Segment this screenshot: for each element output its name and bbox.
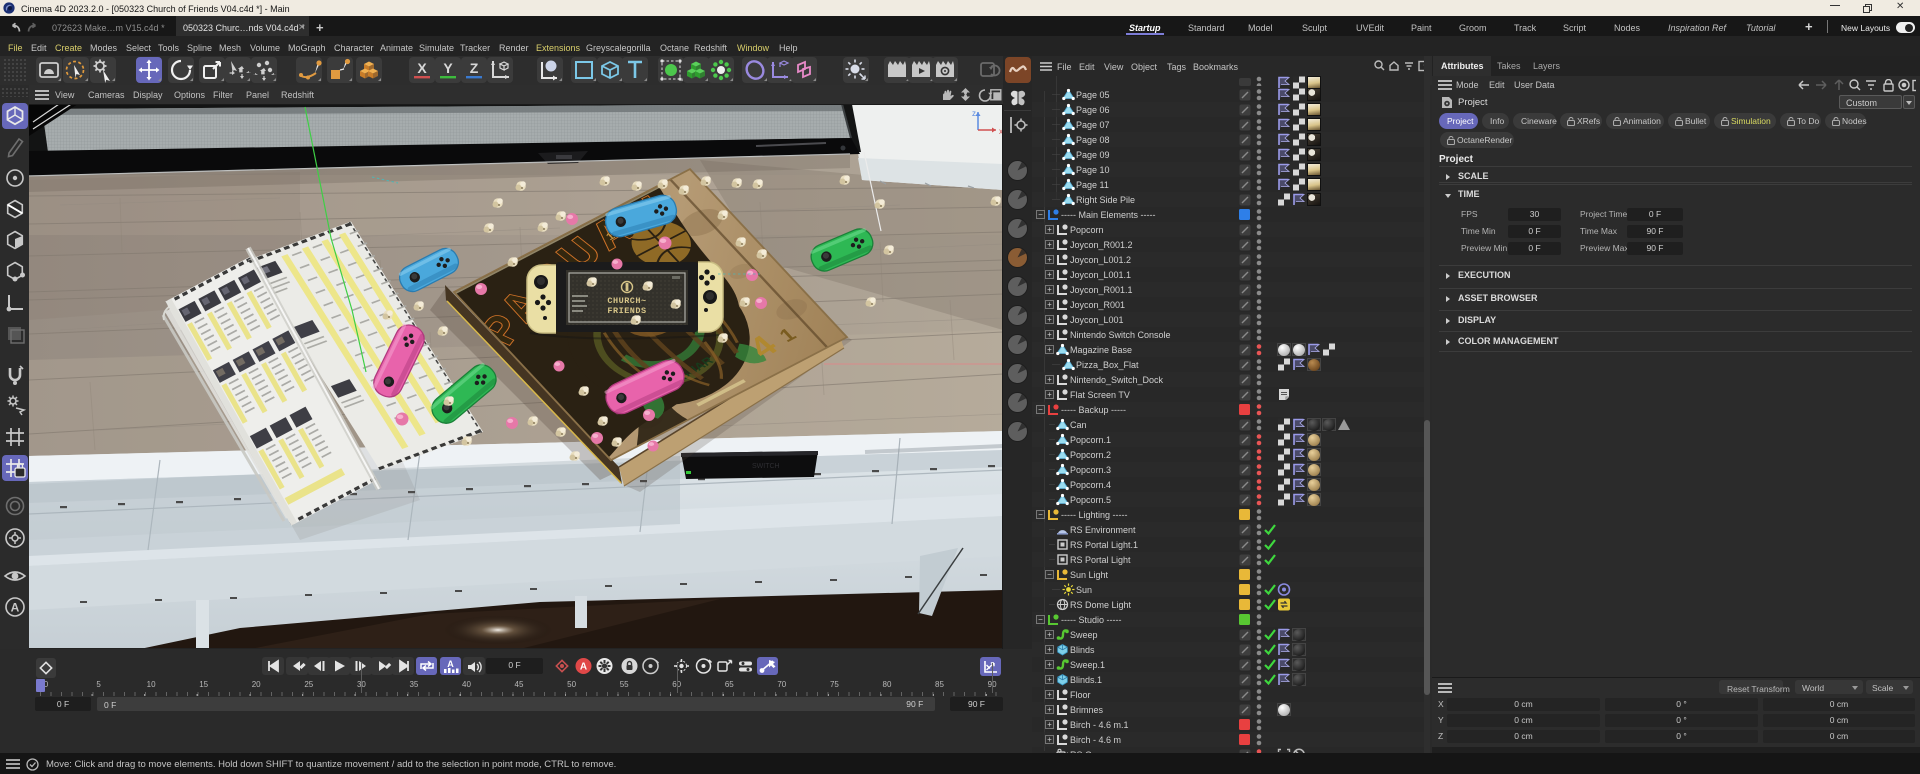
svg-text:−: − (1038, 510, 1043, 519)
svg-text:A: A (580, 662, 587, 673)
svg-text:+: + (1047, 705, 1052, 714)
svg-text:+: + (1047, 630, 1052, 639)
svg-text:+: + (1047, 645, 1052, 654)
svg-text:+: + (1047, 660, 1052, 669)
svg-text:−: − (1047, 570, 1052, 579)
svg-text:SWITCH: SWITCH (752, 463, 780, 470)
svg-text:+: + (1047, 285, 1052, 294)
svg-text:+: + (1047, 300, 1052, 309)
svg-text:+: + (1047, 375, 1052, 384)
svg-text:+: + (1047, 390, 1052, 399)
svg-text:+: + (1047, 270, 1052, 279)
svg-text:X: X (417, 60, 427, 76)
svg-text:−: − (1038, 210, 1043, 219)
svg-text:+: + (1047, 690, 1052, 699)
svg-text:+: + (1047, 735, 1052, 744)
svg-text:+: + (1047, 330, 1052, 339)
svg-text:+: + (1047, 240, 1052, 249)
svg-text:+: + (1047, 255, 1052, 264)
svg-text:+: + (1047, 345, 1052, 354)
svg-text:−: − (1038, 615, 1043, 624)
svg-text:+: + (1047, 225, 1052, 234)
svg-text:z: z (972, 109, 976, 118)
svg-text:+: + (1047, 675, 1052, 684)
svg-text:−: − (1038, 405, 1043, 414)
svg-text:+: + (1047, 720, 1052, 729)
svg-text:Z: Z (470, 60, 479, 76)
svg-text:+: + (1047, 315, 1052, 324)
svg-text:A: A (447, 659, 454, 669)
svg-text:A: A (11, 601, 20, 615)
svg-text:FRIENDS: FRIENDS (607, 306, 646, 316)
svg-text:Y: Y (443, 60, 453, 76)
svg-text:CHURCH~: CHURCH~ (607, 296, 646, 306)
